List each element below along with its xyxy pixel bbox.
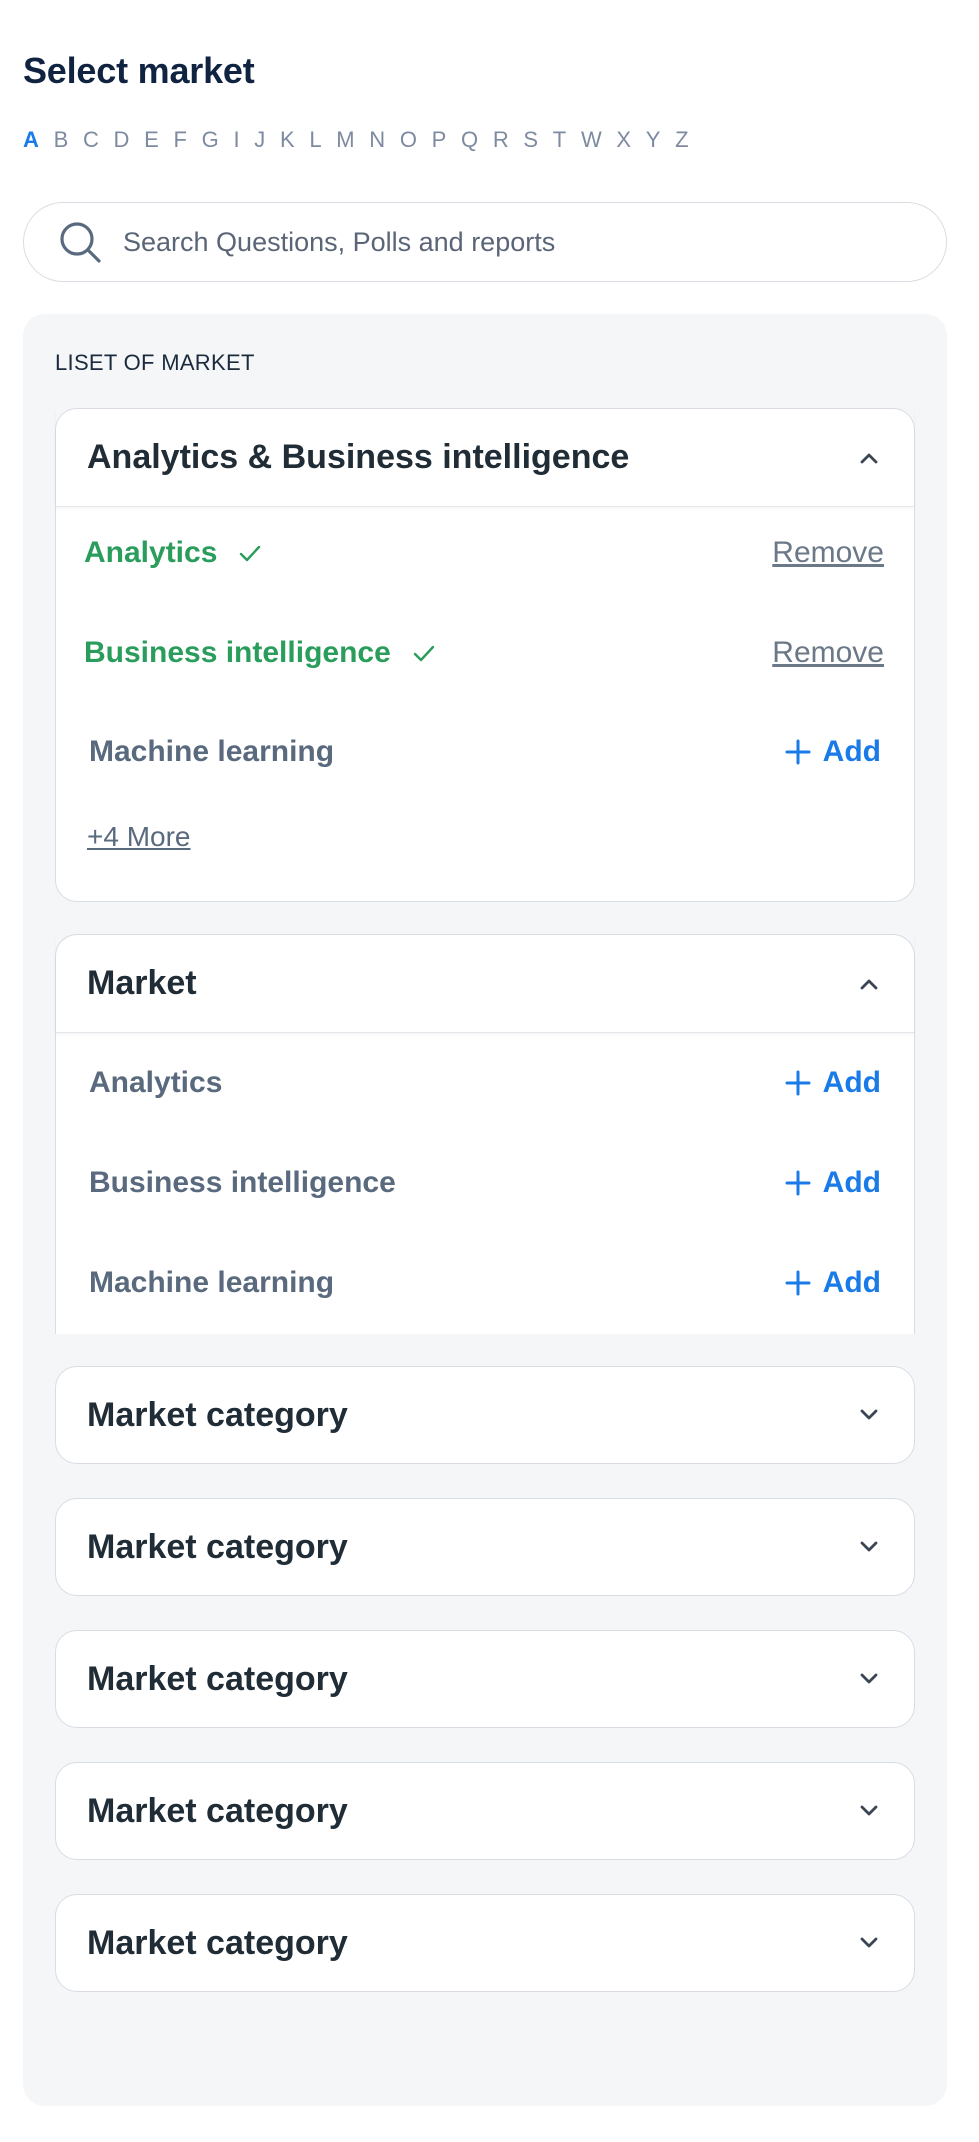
group-market-category: Market category: [55, 1498, 915, 1596]
plus-icon: [785, 1170, 811, 1196]
letter-p[interactable]: P: [432, 127, 447, 153]
add-label: Add: [822, 1066, 881, 1099]
letter-c[interactable]: C: [83, 127, 99, 153]
group-title: Market category: [87, 1395, 348, 1434]
group-title: Analytics & Business intelligence: [87, 438, 630, 476]
add-button[interactable]: Add: [785, 1166, 881, 1200]
remove-button[interactable]: Remove: [772, 536, 884, 570]
letter-z[interactable]: Z: [675, 127, 689, 153]
group-market-category: Market category: [55, 1630, 915, 1728]
search-icon: [60, 222, 101, 263]
letter-d[interactable]: D: [114, 127, 130, 153]
chevron-down-icon[interactable]: [856, 1402, 882, 1428]
show-more-link[interactable]: +4 More: [87, 821, 191, 853]
list-item: Business intelligence Remove: [56, 623, 914, 683]
group-header[interactable]: Market: [56, 935, 914, 1033]
item-label-selected: Business intelligence: [84, 636, 437, 670]
item-label-selected: Analytics: [84, 536, 263, 570]
item-label: Business intelligence: [89, 1166, 396, 1199]
chevron-down-icon[interactable]: [856, 1666, 882, 1692]
add-label: Add: [822, 1166, 881, 1199]
group-title: Market: [87, 964, 197, 1002]
letter-y[interactable]: Y: [646, 127, 661, 153]
add-button[interactable]: Add: [785, 1066, 881, 1100]
add-button[interactable]: Add: [785, 1266, 881, 1300]
item-label: Analytics: [84, 536, 218, 569]
list-label: LISET OF MARKET: [55, 350, 255, 375]
letter-x[interactable]: X: [616, 127, 631, 153]
letter-b[interactable]: B: [54, 127, 69, 153]
group-title: Market category: [87, 1791, 348, 1830]
alphabet-filter: A B C D E F G I J K L M N O P Q R S T W …: [23, 127, 703, 153]
group-title: Market category: [87, 1659, 348, 1698]
item-label: Machine learning: [89, 735, 335, 768]
letter-s[interactable]: S: [523, 127, 538, 153]
add-label: Add: [822, 1266, 881, 1299]
list-item: Machine learning Add: [56, 722, 914, 782]
plus-icon: [785, 1070, 811, 1096]
group-header[interactable]: Market category: [56, 1499, 914, 1595]
group-market: Market Analytics Add Business intelligen…: [55, 934, 915, 1334]
group-title: Market category: [87, 1923, 348, 1962]
letter-w[interactable]: W: [581, 127, 602, 153]
letter-r[interactable]: R: [493, 127, 509, 153]
letter-q[interactable]: Q: [461, 127, 479, 153]
letter-e[interactable]: E: [144, 127, 159, 153]
group-market-category: Market category: [55, 1894, 915, 1992]
plus-icon: [785, 739, 811, 765]
item-label: Machine learning: [89, 1266, 335, 1299]
list-item: Analytics Remove: [56, 523, 914, 583]
chevron-up-icon[interactable]: [856, 445, 882, 471]
group-title: Market category: [87, 1527, 348, 1566]
search-input[interactable]: [123, 226, 903, 258]
letter-m[interactable]: M: [336, 127, 355, 153]
letter-j[interactable]: J: [254, 127, 266, 153]
list-item: Business intelligence Add: [56, 1153, 914, 1213]
letter-t[interactable]: T: [553, 127, 567, 153]
group-header[interactable]: Market category: [56, 1631, 914, 1727]
page-title: Select market: [23, 50, 255, 91]
add-label: Add: [822, 735, 881, 768]
chevron-up-icon[interactable]: [856, 971, 882, 997]
list-item: Machine learning Add: [56, 1253, 914, 1313]
group-market-category: Market category: [55, 1762, 915, 1860]
letter-a[interactable]: A: [23, 127, 39, 153]
group-header[interactable]: Market category: [56, 1895, 914, 1991]
letter-k[interactable]: K: [280, 127, 295, 153]
item-label: Business intelligence: [84, 636, 391, 669]
letter-l[interactable]: L: [309, 127, 322, 153]
market-list-panel: LISET OF MARKET Analytics & Business int…: [23, 314, 947, 2106]
group-header[interactable]: Analytics & Business intelligence: [56, 409, 914, 507]
chevron-down-icon[interactable]: [856, 1798, 882, 1824]
letter-g[interactable]: G: [202, 127, 220, 153]
letter-o[interactable]: O: [400, 127, 418, 153]
check-icon: [240, 545, 261, 562]
add-button[interactable]: Add: [785, 735, 881, 769]
plus-icon: [785, 1270, 811, 1296]
letter-f[interactable]: F: [173, 127, 187, 153]
letter-n[interactable]: N: [369, 127, 385, 153]
list-item: Analytics Add: [56, 1053, 914, 1113]
search-bar[interactable]: [23, 202, 947, 282]
item-label: Analytics: [89, 1066, 223, 1099]
letter-i[interactable]: I: [233, 127, 240, 153]
chevron-down-icon[interactable]: [856, 1930, 882, 1956]
check-icon: [413, 645, 434, 662]
group-market-category: Market category: [55, 1366, 915, 1464]
group-header[interactable]: Market category: [56, 1367, 914, 1463]
remove-button[interactable]: Remove: [772, 636, 884, 670]
chevron-down-icon[interactable]: [856, 1534, 882, 1560]
group-analytics-bi: Analytics & Business intelligence Analyt…: [55, 408, 915, 902]
group-header[interactable]: Market category: [56, 1763, 914, 1859]
